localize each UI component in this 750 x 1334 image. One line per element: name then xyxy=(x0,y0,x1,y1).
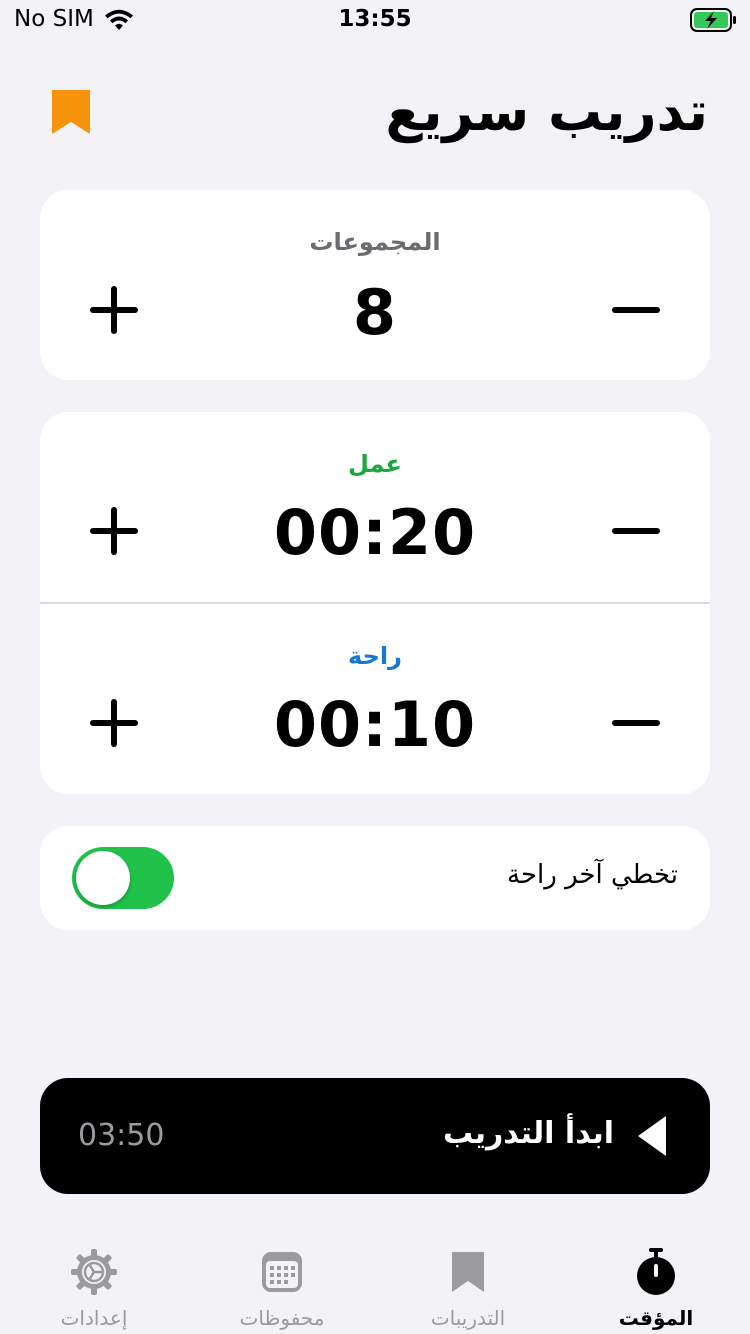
bookmark-icon[interactable] xyxy=(50,88,92,136)
sets-decrement-button[interactable] xyxy=(612,286,660,334)
work-label: عمل xyxy=(348,450,402,478)
rest-label: راحة xyxy=(348,642,402,670)
tab-bar: إعدادات محفوظات التدريبات المؤقت xyxy=(0,1236,750,1334)
minus-icon xyxy=(612,528,660,534)
tab-settings[interactable]: إعدادات xyxy=(14,1236,174,1334)
skip-last-rest-toggle[interactable] xyxy=(72,847,174,909)
work-value: 00:20 xyxy=(273,496,477,569)
minus-icon xyxy=(612,720,660,726)
intervals-card: عمل 00:20 راحة 00:10 xyxy=(40,412,710,794)
calendar-grid-icon xyxy=(262,1252,302,1292)
toggle-knob xyxy=(76,851,130,905)
page-title: تدريب سريع xyxy=(385,80,708,143)
tab-timer[interactable]: المؤقت xyxy=(576,1236,736,1334)
tab-timer-label: المؤقت xyxy=(618,1306,694,1330)
minus-icon xyxy=(612,307,660,313)
start-workout-label: ابدأ التدريب xyxy=(442,1116,614,1151)
divider xyxy=(40,602,710,604)
tab-workouts-label: التدريبات xyxy=(430,1306,506,1330)
rest-decrement-button[interactable] xyxy=(612,699,660,747)
tab-settings-label: إعدادات xyxy=(60,1306,128,1330)
bookmark-icon xyxy=(452,1252,484,1292)
play-icon xyxy=(638,1116,666,1156)
work-decrement-button[interactable] xyxy=(612,507,660,555)
tab-saved-label: محفوظات xyxy=(239,1306,325,1330)
start-workout-button[interactable]: 03:50 ابدأ التدريب xyxy=(40,1078,710,1194)
rest-value: 00:10 xyxy=(273,688,477,761)
skip-last-rest-label: تخطي آخر راحة xyxy=(507,860,678,890)
sets-label: المجموعات xyxy=(309,228,441,256)
battery-charging-icon xyxy=(690,8,736,32)
sets-value: 8 xyxy=(352,276,398,349)
status-bar: No SIM 13:55 xyxy=(0,0,750,40)
skip-last-rest-row: تخطي آخر راحة xyxy=(40,826,710,930)
tab-saved[interactable]: محفوظات xyxy=(202,1236,362,1334)
stopwatch-icon xyxy=(637,1248,675,1295)
sets-card: المجموعات 8 xyxy=(40,190,710,380)
total-duration: 03:50 xyxy=(78,1118,165,1153)
clock: 13:55 xyxy=(338,6,412,32)
tab-workouts[interactable]: التدريبات xyxy=(388,1236,548,1334)
gear-icon xyxy=(71,1249,117,1295)
